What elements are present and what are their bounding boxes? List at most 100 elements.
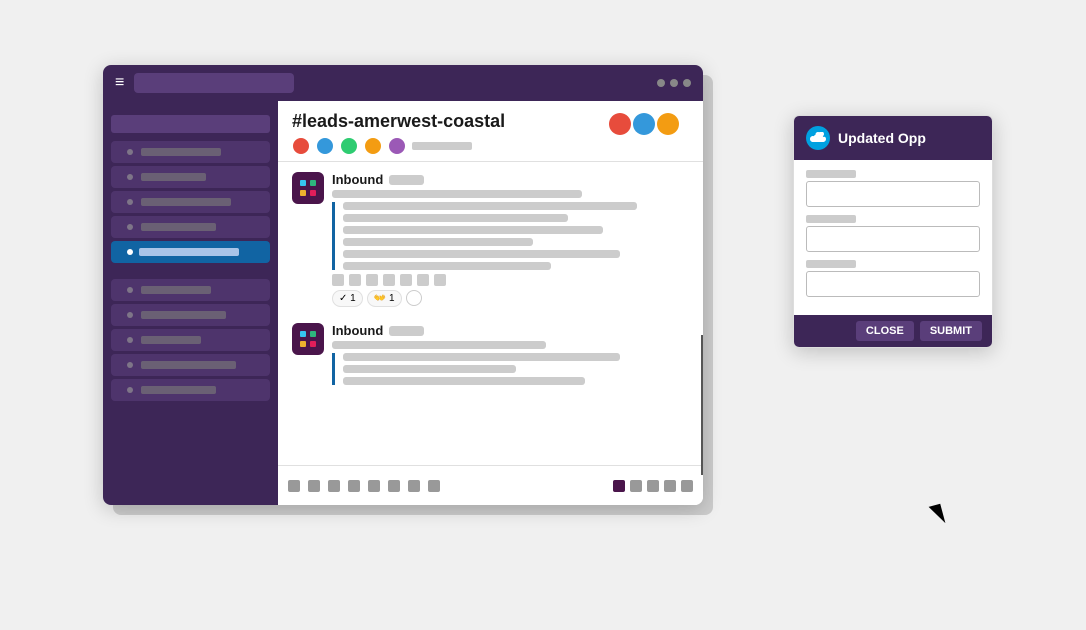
sidebar-dot-8 (127, 337, 133, 343)
sidebar-item-7[interactable] (111, 304, 270, 326)
q1-line6 (343, 262, 551, 270)
action-icon-6[interactable] (417, 274, 429, 286)
toolbar-icon-4[interactable] (348, 480, 360, 492)
channel-header-row: #leads-amerwest-coastal (292, 111, 689, 137)
message-content-1: Inbound (332, 172, 689, 307)
toolbar-icon-3[interactable] (328, 480, 340, 492)
sidebar (103, 101, 278, 505)
sidebar-item-label-6 (141, 286, 211, 294)
action-icon-4[interactable] (383, 274, 395, 286)
cloud-svg (810, 132, 826, 144)
toolbar-right (613, 480, 693, 492)
sf-field-input-3[interactable] (806, 271, 980, 297)
search-bar[interactable] (134, 73, 294, 93)
sidebar-item-label-2 (141, 173, 206, 181)
sf-modal: Updated Opp CLOSE SUBMIT (793, 115, 993, 348)
sidebar-dot-5 (127, 249, 133, 255)
message-badge-1 (389, 175, 424, 185)
toolbar-right-icon-1[interactable] (613, 480, 625, 492)
q1-line4 (343, 238, 533, 246)
sidebar-item-10[interactable] (111, 379, 270, 401)
meta-avatar-4 (364, 137, 382, 155)
toolbar-icon-5[interactable] (368, 480, 380, 492)
sidebar-item-label-8 (141, 336, 201, 344)
message-header-1: Inbound (332, 172, 689, 187)
reaction-1[interactable]: ✓ 1 (332, 290, 363, 307)
slack-logo-1 (298, 178, 318, 198)
toolbar-icon-2[interactable] (308, 480, 320, 492)
action-icon-5[interactable] (400, 274, 412, 286)
sidebar-item-label-5 (139, 248, 239, 256)
sidebar-item-5-active[interactable] (111, 241, 270, 263)
sf-modal-footer: CLOSE SUBMIT (794, 315, 992, 347)
sf-field-label-2 (806, 215, 856, 223)
sidebar-dot-10 (127, 387, 133, 393)
toolbar-icon-7[interactable] (408, 480, 420, 492)
sidebar-item-8[interactable] (111, 329, 270, 351)
close-button[interactable]: CLOSE (856, 321, 914, 341)
channel-meta (292, 137, 689, 155)
submit-button[interactable]: SUBMIT (920, 321, 982, 341)
sidebar-dot-4 (127, 224, 133, 230)
q2-line1 (343, 353, 620, 361)
sidebar-dot-7 (127, 312, 133, 318)
channel-area: #leads-amerwest-coastal (278, 101, 703, 505)
sidebar-search[interactable] (111, 115, 270, 133)
sidebar-item-label-9 (141, 361, 236, 369)
message-1: Inbound (292, 172, 689, 307)
sidebar-item-label-3 (141, 198, 231, 206)
sidebar-gap (103, 266, 278, 276)
add-reaction[interactable] (406, 290, 422, 306)
sidebar-dot-2 (127, 174, 133, 180)
meta-avatar-3 (340, 137, 358, 155)
msg1-line1 (332, 190, 582, 198)
quoted-block-2 (332, 353, 689, 385)
message-sender-1: Inbound (332, 172, 383, 187)
toolbar-icon-6[interactable] (388, 480, 400, 492)
sf-field-input-2[interactable] (806, 226, 980, 252)
sidebar-item-6[interactable] (111, 279, 270, 301)
menu-icon[interactable]: ≡ (115, 74, 124, 92)
sidebar-dot-1 (127, 149, 133, 155)
meta-text (412, 142, 472, 150)
sidebar-item-9[interactable] (111, 354, 270, 376)
sidebar-dot-3 (127, 199, 133, 205)
sf-modal-title: Updated Opp (838, 130, 926, 146)
toolbar-icon-1[interactable] (288, 480, 300, 492)
message-sender-2: Inbound (332, 323, 383, 338)
message-header-2: Inbound (332, 323, 689, 338)
sf-field-input-1[interactable] (806, 181, 980, 207)
channel-header: #leads-amerwest-coastal (278, 101, 703, 162)
cursor-arrow (929, 504, 946, 526)
slack-window: ≡ (103, 65, 703, 505)
sidebar-dot-9 (127, 362, 133, 368)
quoted-block-1 (332, 202, 689, 270)
action-icon-2[interactable] (349, 274, 361, 286)
action-icon-7[interactable] (434, 274, 446, 286)
slack-body: #leads-amerwest-coastal (103, 101, 703, 505)
sf-field-label-1 (806, 170, 856, 178)
header-avatars (609, 113, 689, 135)
toolbar-icon-8[interactable] (428, 480, 440, 492)
reaction-2[interactable]: 👐 1 (367, 290, 402, 307)
meta-avatar-1 (292, 137, 310, 155)
toolbar-right-icon-2[interactable] (630, 480, 642, 492)
sidebar-item-3[interactable] (111, 191, 270, 213)
message-icon-1 (292, 172, 324, 204)
toolbar-right-icon-5[interactable] (681, 480, 693, 492)
window-controls (657, 79, 691, 87)
toolbar-right-icon-4[interactable] (664, 480, 676, 492)
sidebar-item-1[interactable] (111, 141, 270, 163)
header-avatar-3 (657, 113, 679, 135)
slack-logo-2 (298, 329, 318, 349)
toolbar-right-icon-3[interactable] (647, 480, 659, 492)
action-icon-3[interactable] (366, 274, 378, 286)
dot-1 (657, 79, 665, 87)
header-avatar-1 (609, 113, 631, 135)
message-toolbar (278, 465, 703, 505)
salesforce-cloud-icon (806, 126, 830, 150)
sidebar-item-4[interactable] (111, 216, 270, 238)
sidebar-item-2[interactable] (111, 166, 270, 188)
q1-line1 (343, 202, 637, 210)
action-icon-1[interactable] (332, 274, 344, 286)
